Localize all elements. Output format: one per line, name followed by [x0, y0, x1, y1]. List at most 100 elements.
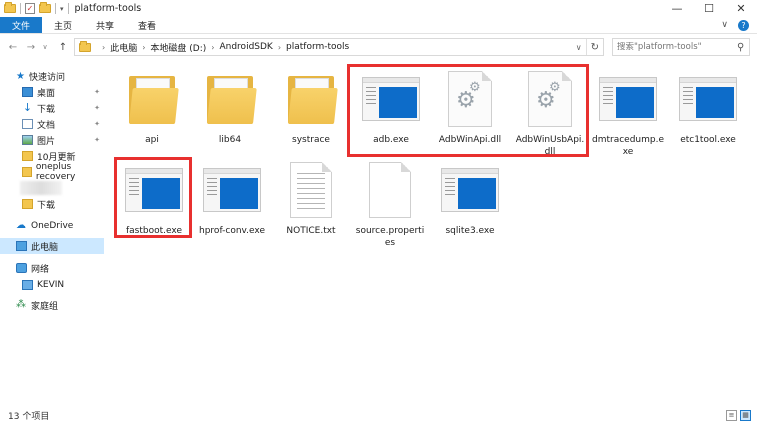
details-view-icon[interactable]: ≡ — [726, 410, 737, 421]
sidebar-quick-access[interactable]: ★ 快速访问 — [0, 68, 104, 84]
folder-icon — [129, 74, 179, 124]
search-box[interactable]: ⚲ — [612, 38, 750, 56]
help-icon[interactable]: ? — [738, 19, 749, 31]
folder-icon — [22, 151, 33, 161]
sidebar-item-pictures[interactable]: 图片 ✦ — [0, 132, 104, 148]
tab-share[interactable]: 共享 — [84, 17, 126, 33]
breadcrumb-drive-d[interactable]: 本地磁盘 (D:) — [150, 41, 206, 54]
highlight-box-fastboot — [114, 157, 192, 238]
breadcrumb-androidsdk[interactable]: AndroidSDK — [219, 42, 272, 52]
file-name: sqlite3.exe — [445, 226, 495, 236]
folder-icon — [22, 167, 32, 177]
sidebar-item-oneplus-recovery[interactable]: oneplus recovery — [0, 162, 104, 182]
file-item-dmtracedump-exe[interactable]: dmtracedump.exe — [592, 70, 664, 158]
sidebar-item-label: oneplus recovery — [35, 162, 76, 182]
sidebar-item-label: 图片 — [37, 136, 56, 147]
file-item-systrace[interactable]: systrace — [275, 70, 347, 146]
address-dropdown-icon[interactable]: ∨ — [572, 39, 587, 55]
sidebar-item-downloads[interactable]: ↓ 下载 ✦ — [0, 100, 104, 116]
sidebar-item-documents[interactable]: 文档 ✦ — [0, 116, 104, 132]
maximize-button[interactable]: ☐ — [693, 0, 725, 17]
search-icon[interactable]: ⚲ — [737, 42, 744, 53]
search-input[interactable] — [617, 42, 737, 52]
cloud-icon: ☁ — [16, 220, 26, 231]
file-name: api — [145, 135, 159, 145]
file-name: lib64 — [218, 135, 242, 145]
ribbon-expand-icon[interactable]: ∨ — [721, 20, 728, 30]
minimize-button[interactable]: — — [661, 0, 693, 17]
divider — [67, 3, 69, 14]
navigation-bar: ← → ∨ ↑ › 此电脑 › 本地磁盘 (D:) › AndroidSDK ›… — [0, 37, 757, 57]
file-name: systrace — [292, 135, 330, 145]
folder-icon[interactable] — [4, 2, 16, 13]
large-icons-view-icon[interactable]: ▦ — [740, 410, 751, 421]
sidebar-item-label: 文档 — [37, 120, 56, 131]
back-arrow-icon[interactable]: ← — [6, 42, 20, 53]
window-title: platform-tools — [74, 3, 142, 14]
breadcrumb-separator[interactable]: › — [102, 43, 105, 52]
blurred-item — [20, 181, 62, 195]
file-item-source-properties[interactable]: source.properties — [354, 161, 426, 249]
pin-icon[interactable]: ✦ — [94, 136, 100, 144]
folder-icon — [288, 74, 338, 124]
file-item-lib64[interactable]: lib64 — [194, 70, 266, 146]
sidebar-item-label: 快速访问 — [28, 72, 65, 83]
file-name: source.properties — [355, 226, 425, 248]
item-count: 13 个项目 — [8, 412, 50, 422]
star-icon: ★ — [16, 70, 25, 82]
file-name: dmtracedump.exe — [592, 135, 665, 157]
file-item-api[interactable]: api — [116, 70, 188, 146]
sidebar-homegroup[interactable]: ⁂ 家庭组 — [0, 297, 104, 313]
sidebar-item-kevin[interactable]: KEVIN — [0, 277, 104, 293]
breadcrumb-this-pc[interactable]: 此电脑 — [110, 41, 137, 54]
breadcrumb-separator[interactable]: › — [278, 43, 281, 52]
computer-icon — [22, 280, 33, 290]
new-folder-icon[interactable] — [39, 2, 51, 13]
desktop-icon — [22, 87, 33, 97]
sidebar-item-downloads-folder[interactable]: 下载 — [0, 196, 104, 212]
sidebar-item-label: OneDrive — [31, 221, 74, 231]
recent-locations-icon[interactable]: ∨ — [38, 43, 52, 51]
forward-arrow-icon[interactable]: → — [24, 42, 38, 53]
pin-icon[interactable]: ✦ — [94, 104, 100, 112]
pin-icon[interactable]: ✦ — [94, 88, 100, 96]
file-item-notice-txt[interactable]: NOTICE.txt — [275, 161, 347, 237]
breadcrumb-separator[interactable]: › — [211, 43, 214, 52]
download-icon: ↓ — [22, 101, 33, 114]
file-item-sqlite3-exe[interactable]: sqlite3.exe — [434, 161, 506, 237]
sidebar-item-label: 桌面 — [37, 88, 56, 99]
title-bar: ✓ ▾ platform-tools — ☐ ✕ — [0, 0, 757, 17]
divider — [55, 3, 56, 14]
application-icon — [599, 77, 657, 121]
sidebar-item-label: 此电脑 — [31, 242, 59, 253]
quick-access-dropdown-icon[interactable]: ▾ — [60, 5, 64, 13]
tab-view[interactable]: 查看 — [126, 17, 168, 33]
file-name: etc1tool.exe — [680, 135, 736, 145]
sidebar-network[interactable]: 网络 — [0, 260, 104, 276]
sidebar-item-label: 家庭组 — [31, 301, 59, 312]
file-item-etc1tool-exe[interactable]: etc1tool.exe — [672, 70, 744, 146]
sidebar-onedrive[interactable]: ☁ OneDrive — [0, 218, 104, 234]
properties-check-icon[interactable]: ✓ — [25, 3, 35, 14]
breadcrumb-separator[interactable]: › — [142, 43, 145, 52]
file-name: hprof-conv.exe — [199, 226, 265, 236]
file-item-hprof-conv-exe[interactable]: hprof-conv.exe — [196, 161, 268, 237]
folder-icon — [207, 74, 257, 124]
navigation-pane: ★ 快速访问 桌面 ✦ ↓ 下载 ✦ 文档 ✦ 图片 ✦ 10月更新 onepl… — [0, 64, 108, 404]
close-button[interactable]: ✕ — [725, 0, 757, 17]
sidebar-item-desktop[interactable]: 桌面 ✦ — [0, 84, 104, 100]
sidebar-this-pc[interactable]: 此电脑 — [0, 238, 104, 254]
address-bar[interactable]: › 此电脑 › 本地磁盘 (D:) › AndroidSDK › platfor… — [74, 38, 604, 56]
up-arrow-icon[interactable]: ↑ — [56, 42, 70, 53]
breadcrumb-platform-tools[interactable]: platform-tools — [286, 42, 349, 52]
tab-file[interactable]: 文件 — [0, 17, 43, 33]
application-icon — [203, 168, 261, 212]
tab-home[interactable]: 主页 — [42, 17, 84, 33]
refresh-icon[interactable]: ↻ — [587, 42, 603, 53]
sidebar-item-label: KEVIN — [37, 280, 65, 290]
file-list: api lib64 systrace adb.exe ⚙ ⚙ AdbWinApi.… — [108, 60, 757, 405]
ribbon-tabs: 文件 主页 共享 查看 ∨ ? — [0, 17, 757, 34]
sidebar-item-label: 下载 — [37, 104, 56, 115]
highlight-box-adb-files — [347, 64, 589, 157]
pin-icon[interactable]: ✦ — [94, 120, 100, 128]
